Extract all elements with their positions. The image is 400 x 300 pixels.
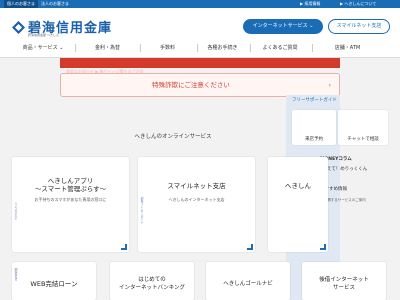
nav-products[interactable]: 商品・サービス ⌄ xyxy=(18,38,68,58)
card-corner-icon xyxy=(320,244,326,250)
hekishin-card-title: へきしん xyxy=(285,182,311,190)
nav-divider xyxy=(312,44,313,52)
chevron-right-icon: › xyxy=(328,82,331,89)
first-internet-banking-title: はじめての インターネットバンキング xyxy=(118,277,186,291)
nav-divider xyxy=(250,44,251,52)
nav-faq[interactable]: よくあるご質問 xyxy=(255,38,305,58)
app-card-desc: お手持ちのスマホがあなた専用の窓口に xyxy=(34,197,107,202)
card-corner-icon xyxy=(121,244,127,250)
smile-net-card-title: スマイルネット支店 xyxy=(167,182,226,190)
logo-subtitle: 碧海信用金庫 へきしん xyxy=(28,33,59,37)
nav-fees[interactable]: 手数料 xyxy=(145,38,190,58)
fraud-warning-text: 特殊詐欺にご注意ください xyxy=(152,81,230,89)
visit-reservation-label: 来店予約 xyxy=(305,137,323,142)
fraud-warning-banner[interactable]: 特殊詐欺にご注意ください › xyxy=(60,73,340,97)
nav-divider xyxy=(197,44,198,52)
internet-service-card-title: 後借インターネット サービス xyxy=(319,277,369,291)
tab-corporate[interactable]: 法人のお客さま xyxy=(38,0,72,8)
nav-procedures[interactable]: 各種お手続き xyxy=(200,38,245,58)
card-corner-icon xyxy=(247,244,253,250)
internet-service-button[interactable]: インターネットサービス ⌄ xyxy=(243,19,323,34)
app-card-title: へきしんアプリ ～スマート管理ぷらす～ xyxy=(34,177,107,193)
chat-consult-label: チャットで相談 xyxy=(347,137,379,142)
header: 碧海信用金庫 碧海信用金庫 へきしん インターネットサービス ⌄ スマイルネット… xyxy=(0,8,400,38)
smile-net-card-desc: へきしんのインターネット支店 xyxy=(168,197,225,202)
app-card-category: スマホアプリ xyxy=(14,202,18,220)
web-loan-card-category: WEB完結 xyxy=(14,268,18,281)
web-loan-card-title: WEB完結ローン xyxy=(30,280,78,288)
chat-consult-button[interactable]: チャットで相談 xyxy=(338,110,388,145)
recruit-link[interactable]: ▶ 採用情報 xyxy=(300,0,320,8)
nav-branches-atm[interactable]: 店舗・ATM xyxy=(320,38,375,58)
smile-net-card[interactable]: スマイルネット支店 へきしんのインターネット支店 インターネット支店 xyxy=(138,157,255,252)
nav-divider xyxy=(75,44,76,52)
hekishin-card[interactable]: へきしん xyxy=(268,157,328,252)
internet-service-card[interactable]: 後借インターネット サービス xyxy=(302,262,386,300)
online-service-title: へきしんのオンラインサービス xyxy=(134,134,212,140)
smile-net-card-category: インターネット支店 xyxy=(140,197,144,224)
tab-personal[interactable]: 個人のお客さま xyxy=(4,0,38,8)
app-card[interactable]: へきしんアプリ ～スマート管理ぷらす～ お手持ちのスマホがあなた専用の窓口に ス… xyxy=(12,157,129,252)
top-bar: 個人のお客さま 法人のお客さま ▶ 採用情報 ▶ へきしんについて xyxy=(0,0,400,8)
about-link[interactable]: ▶ へきしんについて xyxy=(340,0,376,8)
main-nav: 商品・サービス ⌄ 金利・為替 手数料 各種お手続き よくあるご質問 店舗・AT… xyxy=(0,38,400,58)
first-internet-banking-card[interactable]: はじめての インターネットバンキング xyxy=(110,262,194,300)
visit-reservation-button[interactable]: 来店予約 xyxy=(292,110,336,145)
nav-rates[interactable]: 金利・為替 xyxy=(85,38,130,58)
goal-navi-card-title: へきしんゴールナビ xyxy=(223,281,273,287)
goal-navi-card[interactable]: へきしんゴールナビ xyxy=(206,262,290,300)
web-loan-card[interactable]: WEB完結ローン WEB完結 xyxy=(12,262,96,300)
nav-divider xyxy=(140,44,141,52)
logo-icon[interactable] xyxy=(12,21,25,34)
important-notice-banner[interactable]: 重要なお知らせ ▶ 偽サイトに関するご注意 xyxy=(60,58,340,74)
smile-net-branch-button[interactable]: スマイルネット支店 xyxy=(328,19,390,34)
support-guide-title[interactable]: フリーサポートガイド xyxy=(292,97,346,103)
